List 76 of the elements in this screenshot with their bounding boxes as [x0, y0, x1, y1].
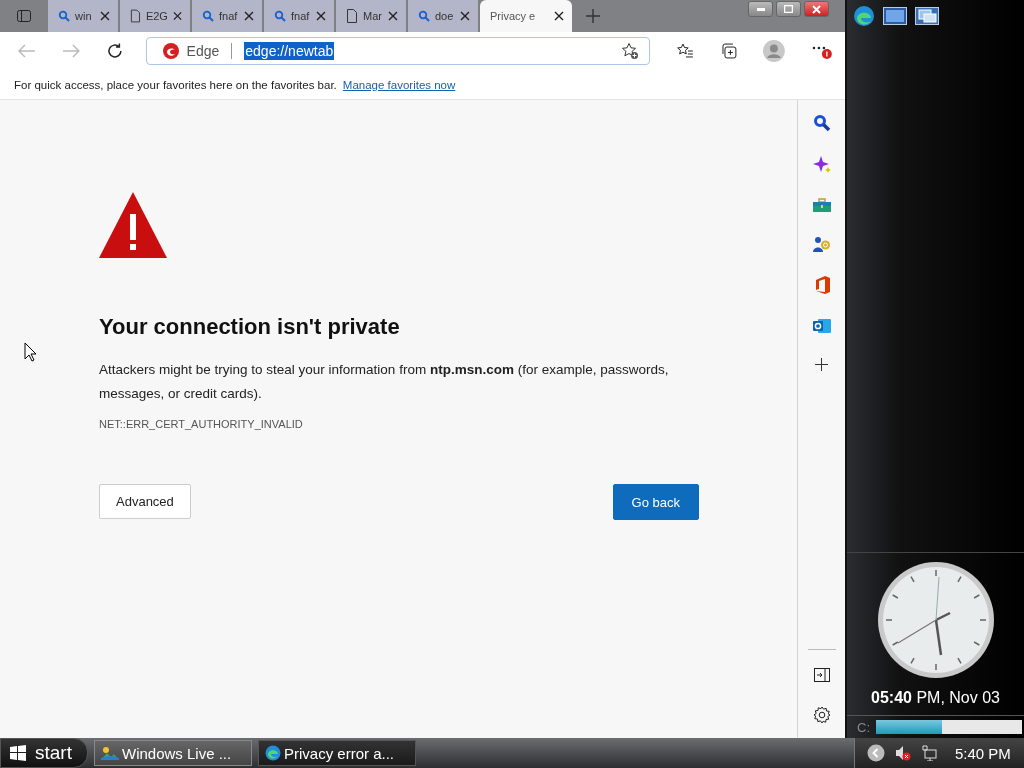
close-icon[interactable]: [460, 11, 470, 21]
edge-logo-icon: [265, 745, 281, 761]
browser-tab[interactable]: Mar: [336, 0, 406, 32]
star-plus-icon[interactable]: [620, 42, 639, 60]
tab-title: fnaf: [291, 10, 311, 22]
edge-logo-icon[interactable]: [853, 5, 875, 27]
close-icon[interactable]: [100, 11, 110, 21]
close-icon[interactable]: [554, 11, 564, 21]
maximize-button[interactable]: [776, 1, 801, 17]
office-icon[interactable]: [813, 276, 830, 294]
favorites-icon[interactable]: [675, 42, 694, 60]
sparkle-icon[interactable]: [812, 156, 831, 174]
document-icon: [346, 9, 358, 23]
network-icon[interactable]: [921, 745, 937, 761]
favorites-hint: For quick access, place your favorites here on the favorites bar.: [14, 78, 337, 91]
tab-title: fnaf: [219, 10, 239, 22]
close-icon: [812, 4, 821, 14]
search-icon: [418, 10, 430, 22]
site-label: Edge: [186, 43, 220, 59]
sidebar-toggle-icon[interactable]: [813, 668, 830, 682]
error-message: Attackers might be trying to steal your information from ntp.msn.com (for example, passwords, messages, or credit cards).: [99, 361, 670, 403]
windows-logo-icon: [9, 745, 27, 761]
mail-icon[interactable]: [812, 318, 831, 334]
manage-favorites-link[interactable]: Manage favorites now: [342, 78, 456, 91]
tab-title: win: [75, 10, 93, 22]
close-icon[interactable]: [244, 11, 254, 21]
close-icon[interactable]: [316, 11, 326, 21]
mouse-cursor-icon: [24, 342, 37, 362]
tab-title: E2G: [145, 10, 168, 22]
minimize-icon: [756, 7, 765, 11]
edge-logo-icon: [162, 43, 179, 59]
error-title: Your connection isn't private: [99, 314, 401, 340]
search-icon: [274, 10, 286, 22]
tab-title: Mar: [363, 10, 383, 22]
clock-date-text: 05:40 PM, Nov 03: [871, 689, 1000, 707]
browser-tab[interactable]: win: [48, 0, 118, 32]
taskbar-button[interactable]: Windows Live ...: [94, 740, 252, 766]
collections-icon[interactable]: [719, 42, 738, 60]
search-icon: [202, 10, 214, 22]
refresh-icon[interactable]: [105, 42, 124, 60]
drive-label: C:: [857, 719, 870, 735]
browser-tab[interactable]: fnaf: [192, 0, 262, 32]
go-back-button[interactable]: Go back: [612, 484, 699, 520]
warning-icon: [99, 192, 167, 258]
chevron-left-icon[interactable]: [867, 744, 885, 762]
error-code: NET::ERR_CERT_AUTHORITY_INVALID: [99, 418, 304, 430]
people-icon[interactable]: [812, 236, 831, 252]
window-switch-icon[interactable]: [915, 7, 939, 25]
muted-speaker-icon[interactable]: [895, 745, 911, 761]
browser-tab[interactable]: fnaf: [264, 0, 334, 32]
taskbar-clock[interactable]: 5:40 PM: [955, 744, 1011, 762]
url-text[interactable]: edge://newtab: [244, 42, 335, 60]
advanced-button[interactable]: Advanced: [99, 484, 191, 519]
toolbox-icon[interactable]: [812, 198, 831, 212]
close-icon[interactable]: [388, 11, 398, 21]
tab-title: Privacy e: [490, 10, 537, 22]
address-bar[interactable]: Edge edge://newtab: [145, 37, 650, 65]
landscape-icon: [101, 746, 119, 760]
desktop-icon[interactable]: [883, 7, 907, 25]
search-icon: [58, 10, 70, 22]
browser-tab[interactable]: E2G: [120, 0, 190, 32]
document-icon: [130, 9, 141, 23]
minimize-button[interactable]: [748, 1, 773, 17]
close-button[interactable]: [804, 1, 829, 17]
start-button[interactable]: start: [0, 738, 88, 768]
browser-tab[interactable]: Privacy e: [480, 0, 572, 32]
tab-actions-icon[interactable]: [16, 8, 32, 24]
new-tab-icon[interactable]: [586, 9, 600, 23]
settings-icon[interactable]: [812, 706, 831, 724]
browser-tab[interactable]: doe: [408, 0, 478, 32]
add-icon[interactable]: [815, 358, 828, 371]
tab-title: doe: [435, 10, 455, 22]
maximize-icon: [784, 5, 793, 13]
search-icon[interactable]: [812, 114, 831, 132]
profile-icon[interactable]: [763, 40, 786, 62]
taskbar-button[interactable]: Privacy error a...: [258, 740, 416, 766]
